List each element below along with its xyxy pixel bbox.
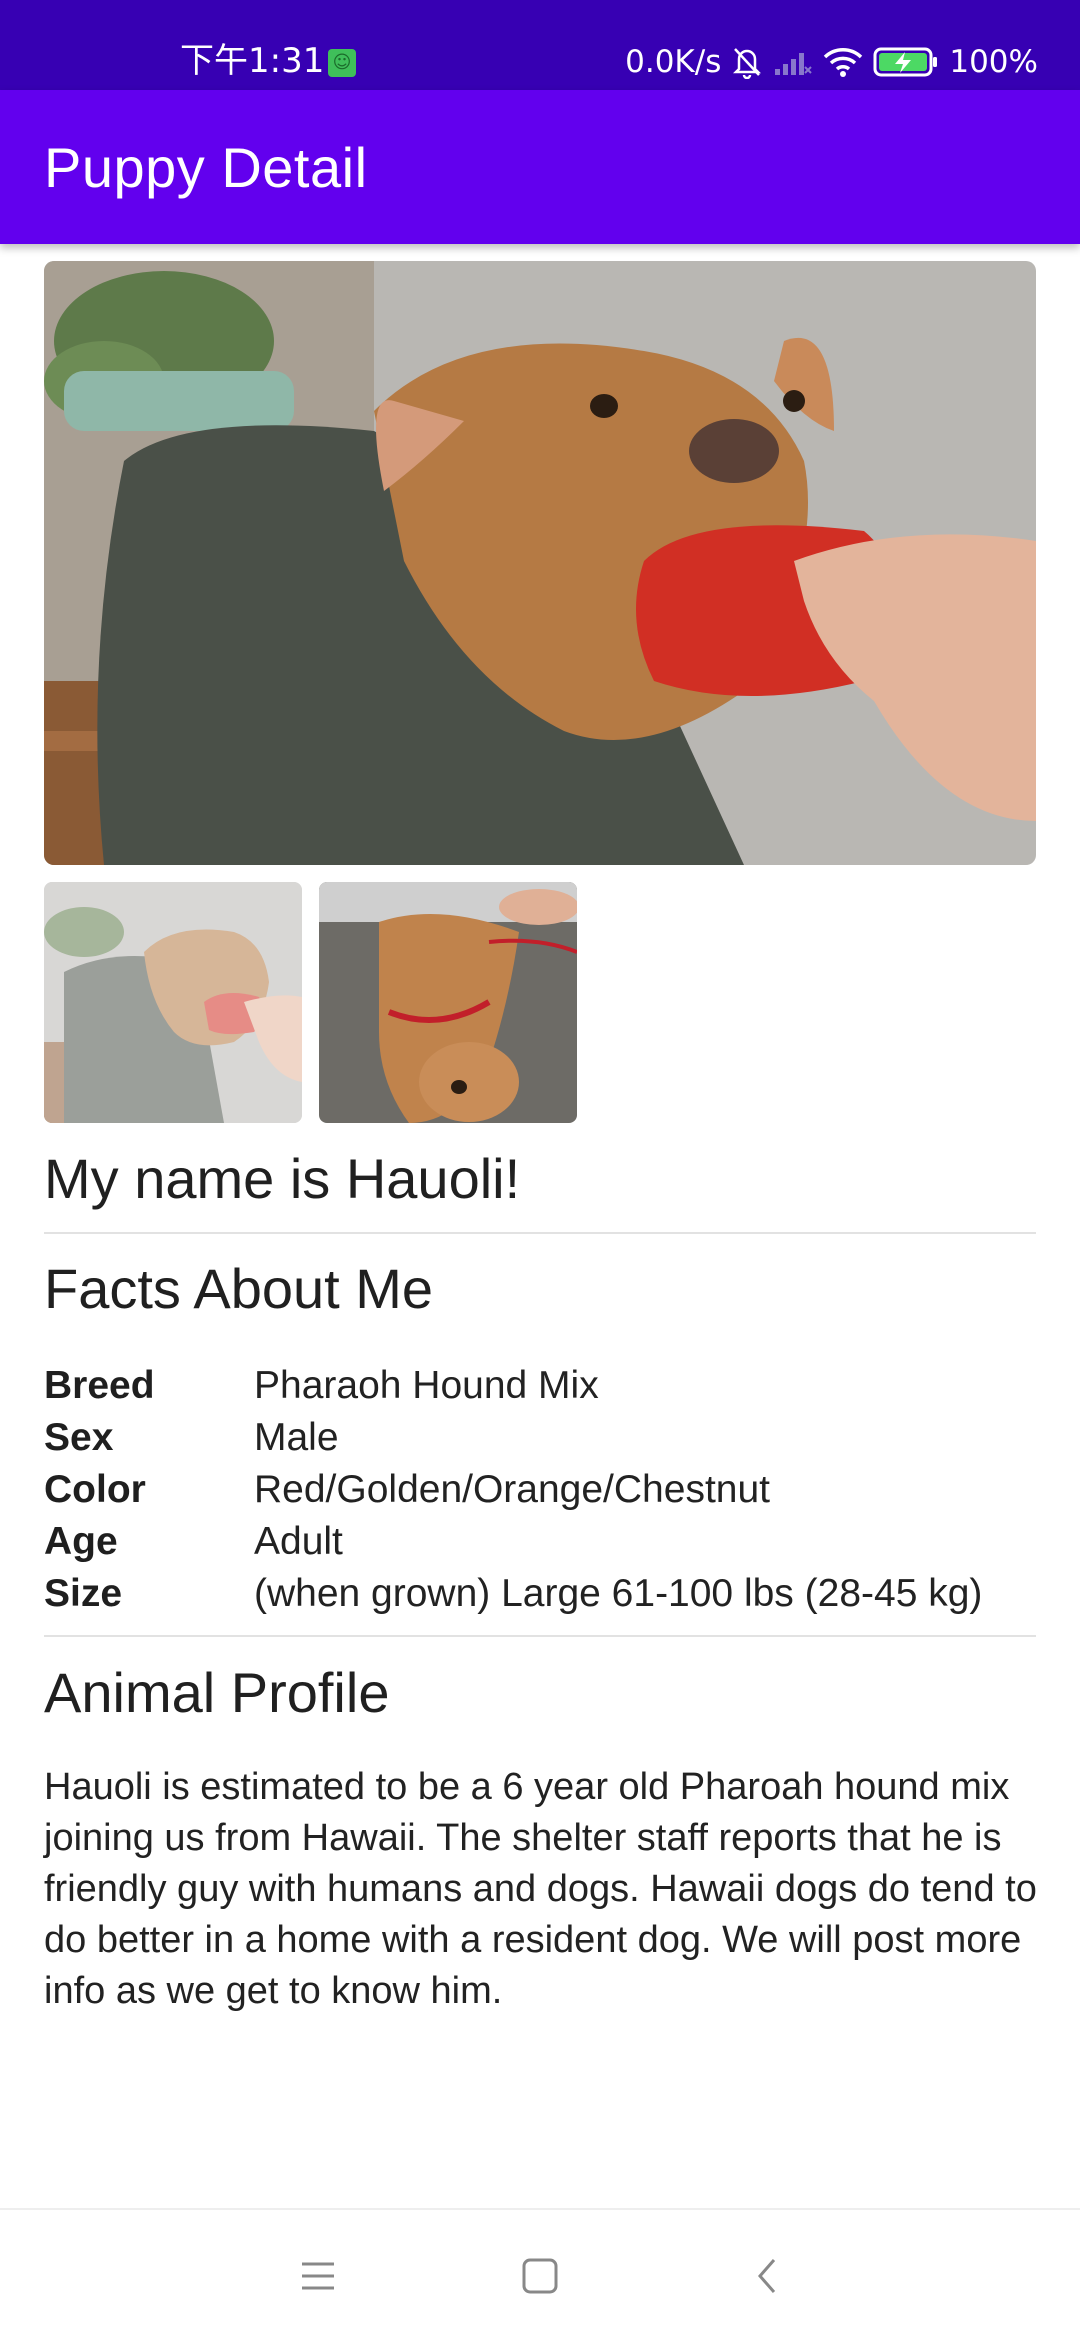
dog-lying-on-back-thumbnail [319, 882, 577, 1123]
fact-value: Red/Golden/Orange/Chestnut [254, 1468, 770, 1511]
fact-value: Pharaoh Hound Mix [254, 1364, 599, 1407]
divider [44, 1232, 1036, 1234]
app-notification-icon: ☺ [328, 49, 356, 77]
system-nav-bar [0, 2208, 1080, 2340]
network-speed: 0.0K/s [625, 44, 722, 80]
photo-thumbnail-2[interactable] [319, 882, 577, 1123]
status-bar: 下午1:31 ☺ 0.0K/s 100% [0, 0, 1080, 90]
battery-charging-icon [873, 47, 938, 77]
wifi-icon [824, 48, 863, 77]
status-time: 下午1:31 [180, 41, 325, 81]
fact-row-size: Size (when grown) Large 61-100 lbs (28-4… [44, 1568, 1044, 1620]
main-dog-photo[interactable] [44, 261, 1036, 865]
photo-thumbnail-1[interactable] [44, 882, 302, 1123]
fact-label: Size [44, 1572, 123, 1615]
signal-icon [775, 53, 813, 75]
fact-value: Adult [254, 1520, 343, 1563]
pet-name-heading: My name is Hauoli! [44, 1147, 521, 1210]
fact-label: Age [44, 1520, 118, 1563]
profile-description: Hauoli is estimated to be a 6 year old P… [44, 1766, 1037, 2012]
fact-row-sex: Sex Male [44, 1412, 1044, 1464]
fact-row-age: Age Adult [44, 1516, 1044, 1568]
battery-percent: 100% [949, 44, 1038, 80]
fact-value: (when grown) Large 61-100 lbs (28-45 kg) [254, 1572, 983, 1615]
fact-label: Color [44, 1468, 146, 1511]
back-icon[interactable] [746, 2254, 790, 2298]
app-bar: Puppy Detail [0, 90, 1080, 244]
status-right-group: 0.0K/s 100% [625, 40, 1038, 84]
fact-value: Male [254, 1416, 339, 1459]
dog-with-red-toy-thumbnail [44, 882, 302, 1123]
mute-bell-icon [733, 48, 762, 79]
page-title: Puppy Detail [44, 136, 368, 199]
profile-heading: Animal Profile [44, 1661, 390, 1724]
fact-label: Sex [44, 1416, 114, 1459]
dog-with-red-toy-photo [44, 261, 1036, 865]
fact-label: Breed [44, 1364, 155, 1407]
fact-row-color: Color Red/Golden/Orange/Chestnut [44, 1464, 1044, 1516]
divider [44, 1635, 1036, 1637]
fact-row-breed: Breed Pharaoh Hound Mix [44, 1360, 1044, 1412]
facts-heading: Facts About Me [44, 1257, 434, 1320]
home-icon[interactable] [518, 2254, 562, 2298]
facts-table: Breed Pharaoh Hound Mix Sex Male Color R… [44, 1360, 1044, 1620]
menu-icon[interactable] [296, 2254, 340, 2298]
